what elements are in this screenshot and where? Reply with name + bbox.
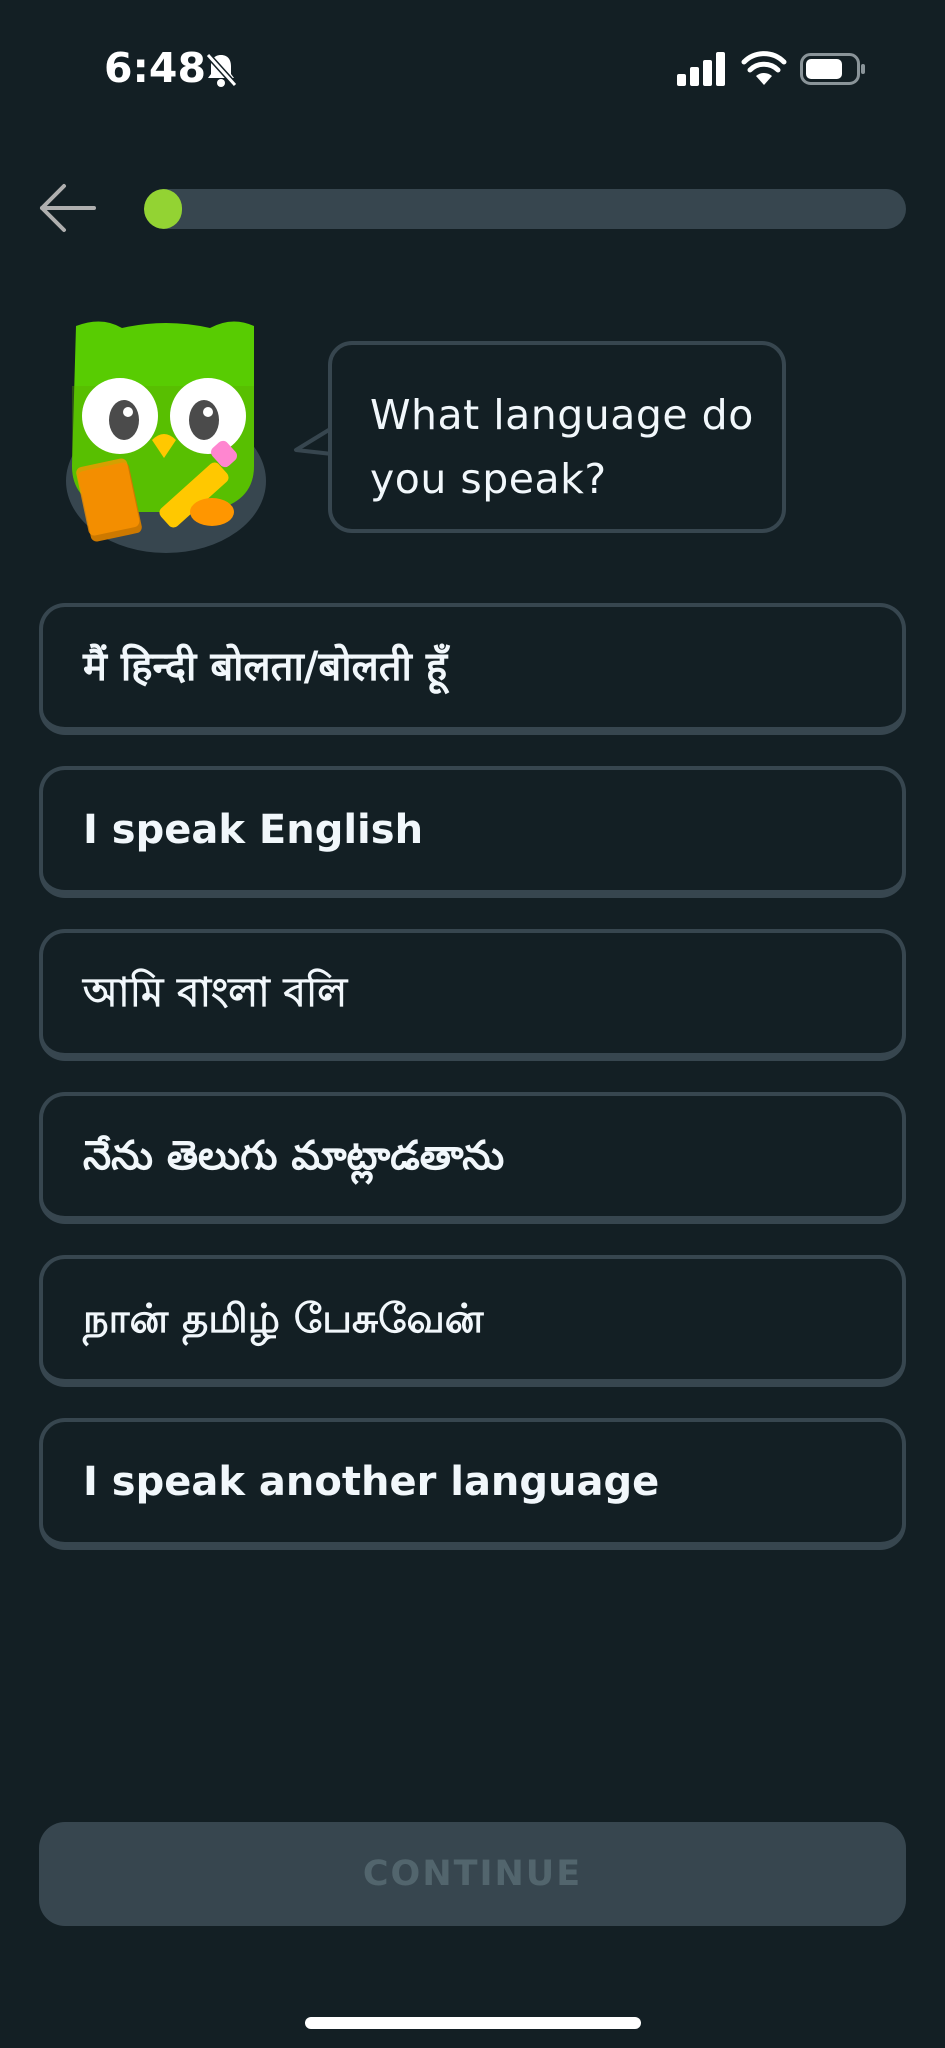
- option-hindi[interactable]: मैं हिन्दी बोलता/बोलती हूँ: [39, 603, 906, 735]
- owl-mascot-icon: [66, 321, 266, 553]
- option-label: நான் தமிழ் பேசுவேன்: [83, 1296, 484, 1342]
- option-english[interactable]: I speak English: [39, 766, 906, 898]
- option-bengali[interactable]: আমি বাংলা বলি: [39, 929, 906, 1061]
- option-label: मैं हिन्दी बोलता/बोलती हूँ: [83, 644, 448, 690]
- status-time: 6:48: [104, 44, 206, 92]
- language-options-list: मैं हिन्दी बोलता/बोलती हूँ I speak Engli…: [39, 603, 906, 1581]
- option-label: I speak another language: [83, 1459, 660, 1505]
- battery-icon: [800, 53, 865, 85]
- continue-button[interactable]: CONTINUE: [39, 1822, 906, 1926]
- prompt-question: What language do you speak?: [370, 391, 754, 503]
- bell-slash-icon: [205, 52, 238, 88]
- option-another-language[interactable]: I speak another language: [39, 1418, 906, 1550]
- back-arrow-icon[interactable]: [36, 180, 100, 244]
- option-telugu[interactable]: నేను తెలుగు మాట్లాడతాను: [39, 1092, 906, 1224]
- option-label: నేను తెలుగు మాట్లాడతాను: [83, 1133, 505, 1179]
- speech-bubble: What language do you speak?: [328, 341, 786, 533]
- option-tamil[interactable]: நான் தமிழ் பேசுவேன்: [39, 1255, 906, 1387]
- cellular-signal-icon: [677, 52, 725, 86]
- option-label: I speak English: [83, 807, 424, 853]
- wifi-icon: [741, 51, 787, 85]
- continue-button-label: CONTINUE: [362, 1854, 583, 1894]
- progress-bar: [144, 189, 906, 229]
- status-bar: 6:48: [0, 0, 945, 140]
- progress-bar-fill: [144, 189, 183, 229]
- option-label: আমি বাংলা বলি: [83, 970, 348, 1016]
- home-indicator: [305, 2017, 641, 2029]
